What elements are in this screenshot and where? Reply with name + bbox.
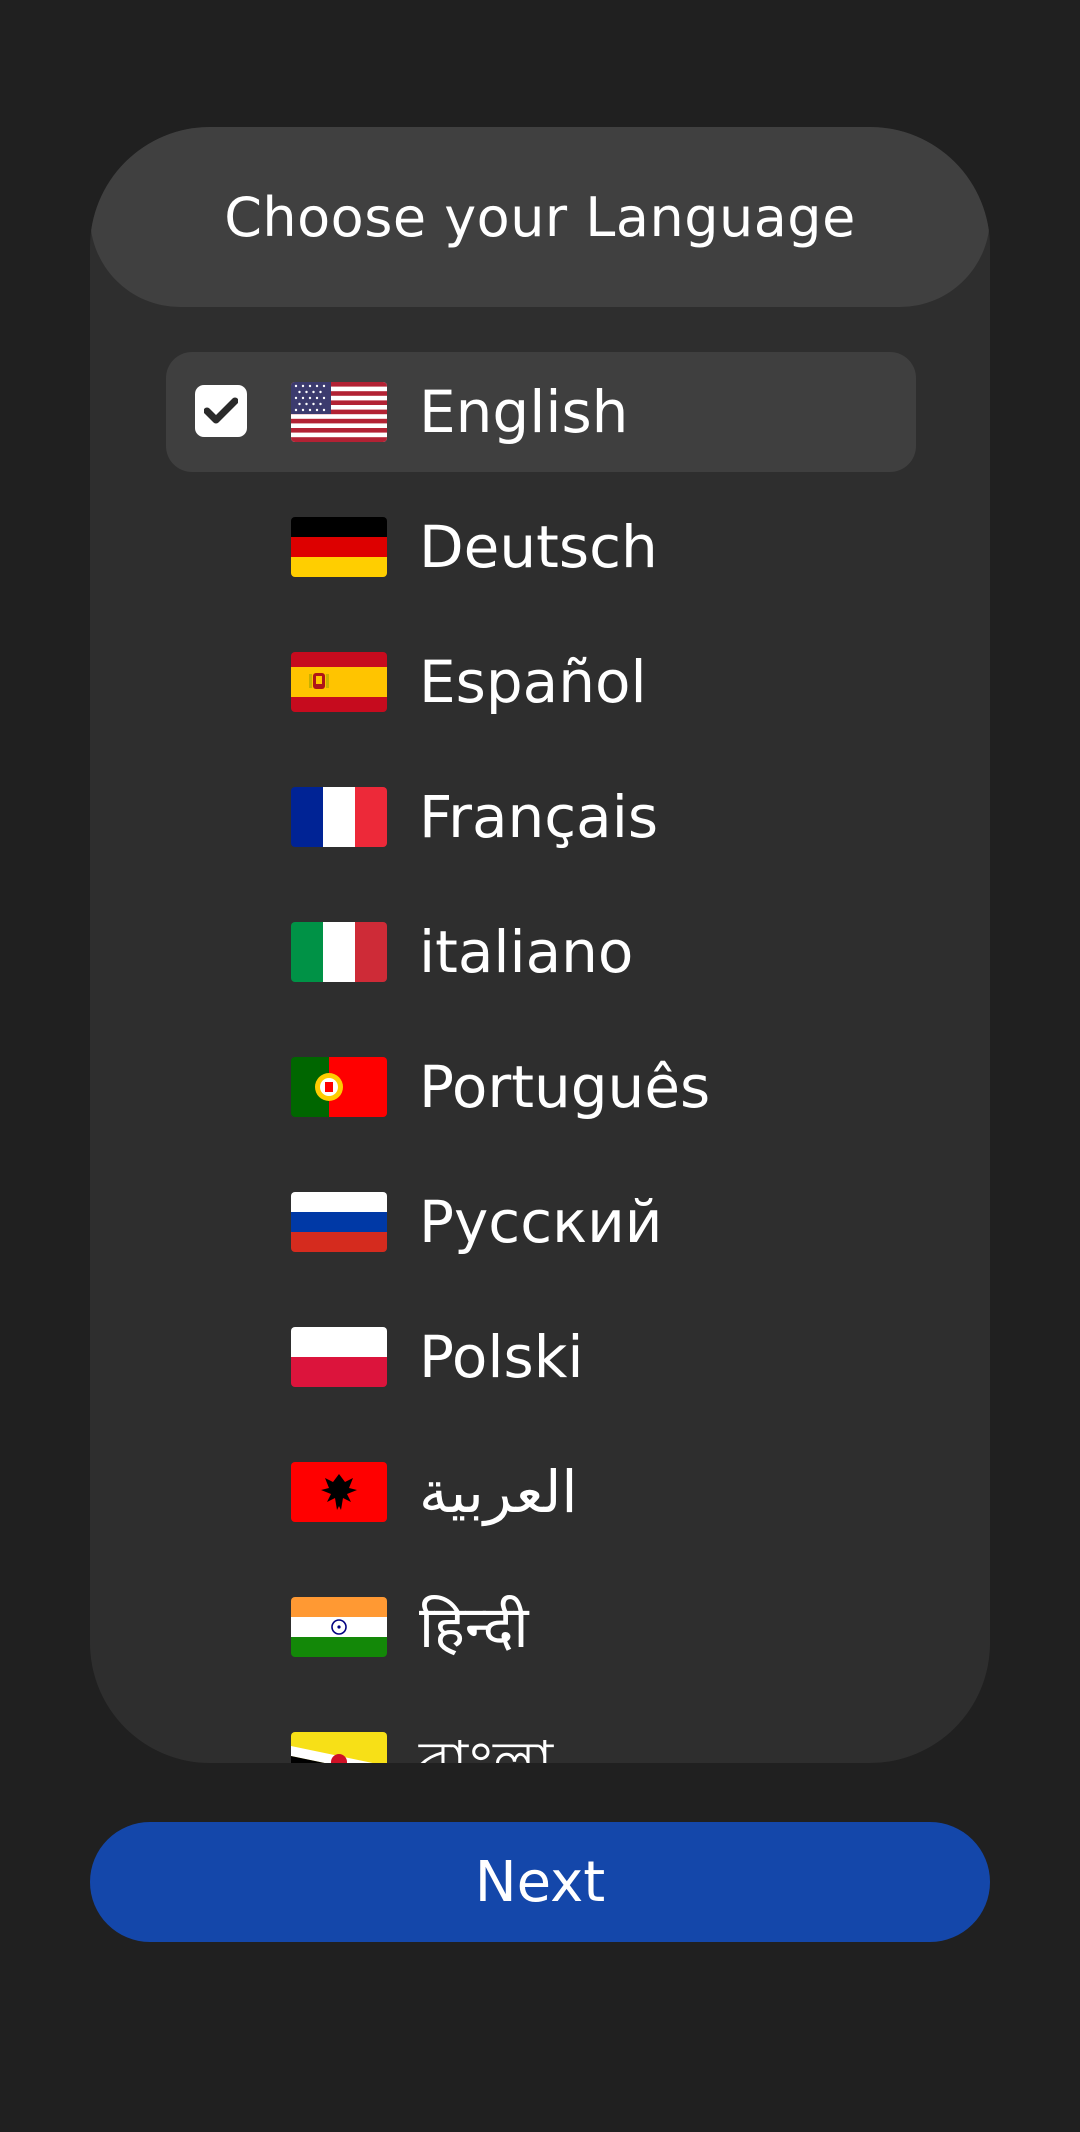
language-item-francais[interactable]: Français	[166, 757, 916, 877]
language-label: हिन्दी	[419, 1593, 529, 1661]
language-label: বাংলা	[419, 1728, 554, 1763]
de-flag-icon	[291, 517, 387, 577]
language-label: Español	[419, 648, 647, 716]
next-button[interactable]: Next	[90, 1822, 990, 1942]
checkbox-checked-icon[interactable]	[195, 385, 247, 437]
page-title: Choose your Language	[224, 185, 856, 249]
language-item-espanol[interactable]: Español	[166, 622, 916, 742]
ru-flag-icon	[291, 1192, 387, 1252]
in-flag-icon	[291, 1597, 387, 1657]
bn-flag-icon	[291, 1732, 387, 1763]
fr-flag-icon	[291, 787, 387, 847]
card-header: Choose your Language	[90, 127, 990, 307]
language-label: Français	[419, 783, 659, 851]
it-flag-icon	[291, 922, 387, 982]
pl-flag-icon	[291, 1327, 387, 1387]
language-label: Português	[419, 1053, 711, 1121]
language-label: italiano	[419, 918, 634, 986]
language-item-polski[interactable]: Polski	[166, 1297, 916, 1417]
es-flag-icon	[291, 652, 387, 712]
language-item-bangla[interactable]: বাংলা	[166, 1702, 916, 1763]
pt-flag-icon	[291, 1057, 387, 1117]
language-label: العربية	[419, 1458, 578, 1526]
language-card: Choose your Language English Deutsch Esp…	[90, 127, 990, 1763]
language-item-arabic[interactable]: العربية	[166, 1432, 916, 1552]
language-label: Русский	[419, 1188, 663, 1256]
language-item-portugues[interactable]: Português	[166, 1027, 916, 1147]
language-item-russkiy[interactable]: Русский	[166, 1162, 916, 1282]
language-item-english[interactable]: English	[166, 352, 916, 472]
language-item-hindi[interactable]: हिन्दी	[166, 1567, 916, 1687]
language-label: English	[419, 378, 629, 446]
language-item-italiano[interactable]: italiano	[166, 892, 916, 1012]
al-flag-icon	[291, 1462, 387, 1522]
language-label: Deutsch	[419, 513, 658, 581]
us-flag-icon	[291, 382, 387, 442]
language-label: Polski	[419, 1323, 584, 1391]
language-item-deutsch[interactable]: Deutsch	[166, 487, 916, 607]
